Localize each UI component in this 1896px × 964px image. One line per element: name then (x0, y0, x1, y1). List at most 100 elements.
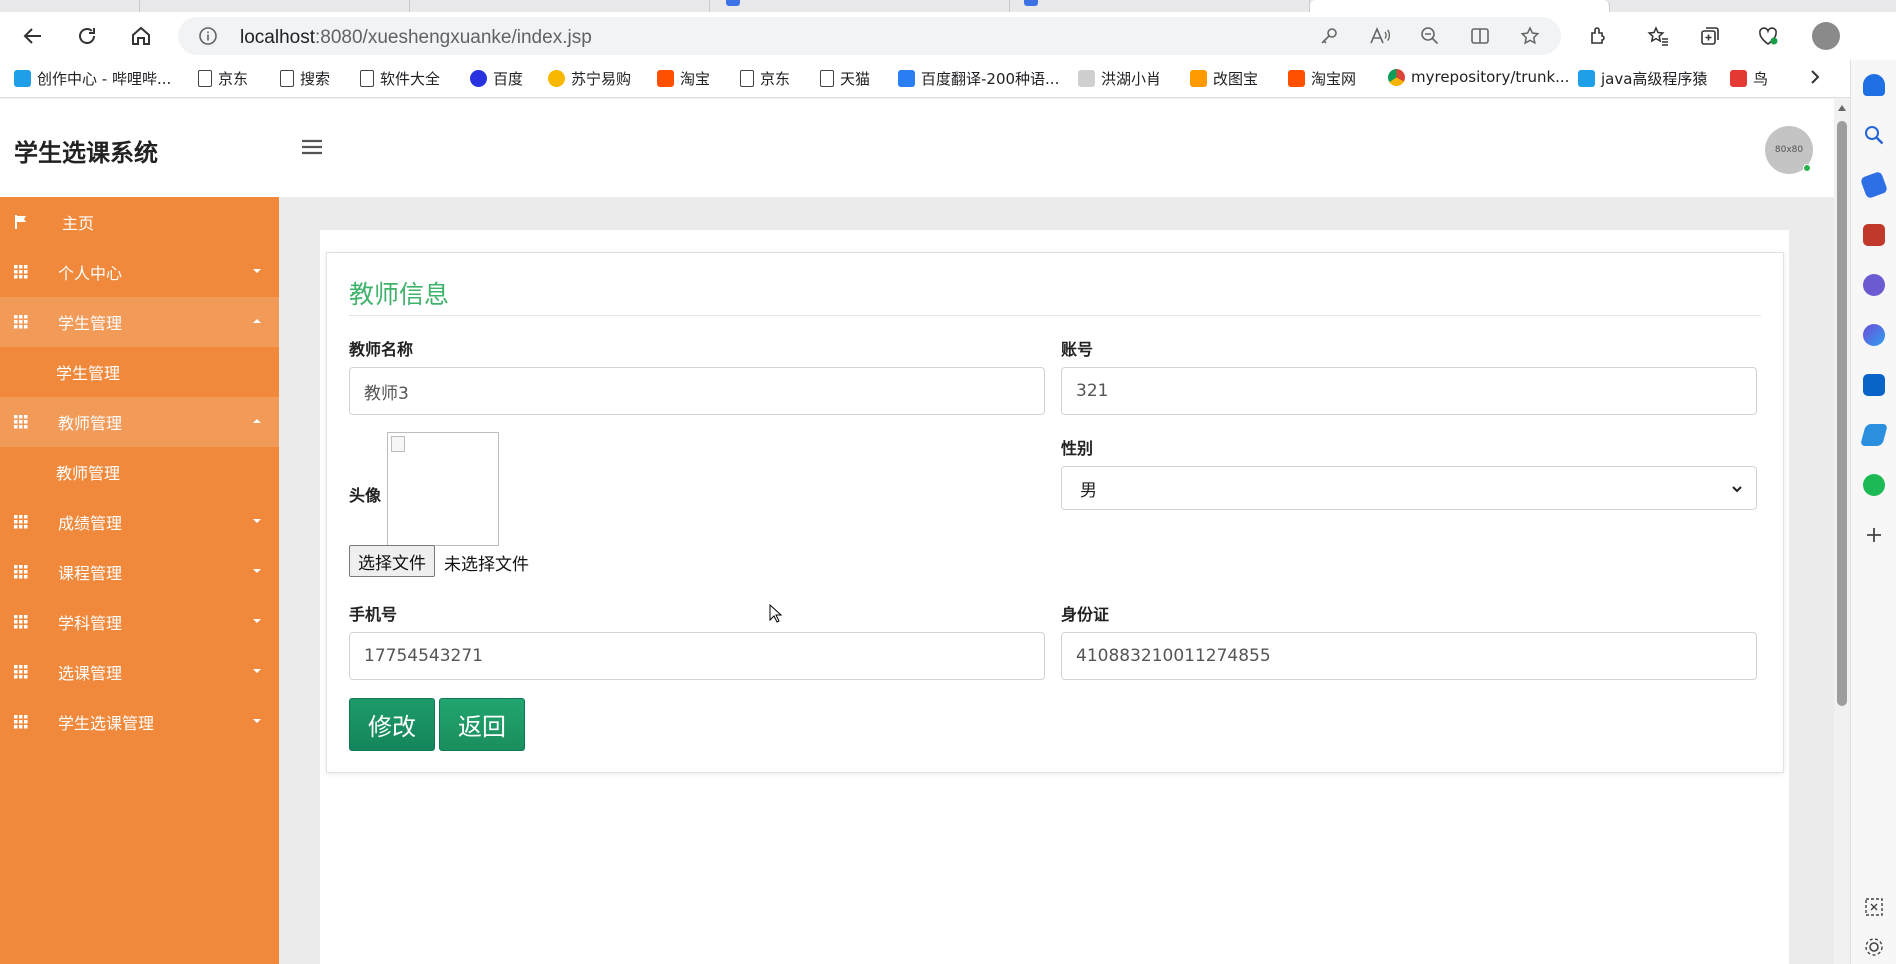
idcard-label: 身份证 (1061, 605, 1110, 624)
add-icon[interactable] (1863, 524, 1885, 546)
online-status-dot (1803, 164, 1811, 172)
favorite-star-icon[interactable] (1519, 25, 1541, 47)
file-status-text: 未选择文件 (444, 555, 529, 575)
browser-tab-active[interactable] (1310, 0, 1610, 12)
submit-button[interactable]: 修改 (349, 698, 435, 751)
document-icon (280, 70, 294, 87)
favorites-icon[interactable] (1643, 21, 1673, 51)
bookmark[interactable]: 搜索 (280, 68, 330, 89)
sidebar-subitem-student-mgmt[interactable]: 学生管理 (0, 347, 279, 397)
grid-icon (14, 614, 28, 633)
phone-input[interactable] (349, 632, 1045, 680)
bookmark[interactable]: 淘宝 (657, 68, 710, 89)
browser-tab[interactable] (410, 0, 710, 12)
grid-icon (14, 514, 28, 533)
teacher-name-label: 教师名称 (349, 340, 414, 359)
teacher-name-input[interactable] (349, 367, 1045, 415)
gender-select[interactable]: 男 (1061, 466, 1757, 510)
split-screen-icon[interactable] (1469, 25, 1491, 47)
back-button[interactable]: 返回 (439, 698, 525, 751)
mouse-cursor-icon (769, 603, 783, 628)
bilibili-icon (14, 70, 31, 87)
sidebar-item-personal[interactable]: 个人中心 (0, 247, 279, 297)
toolbox-icon[interactable] (1863, 224, 1885, 246)
settings-icon[interactable] (1863, 936, 1885, 958)
zoom-out-icon[interactable] (1419, 25, 1441, 47)
browser-tab[interactable] (0, 0, 140, 12)
read-aloud-icon[interactable] (1369, 25, 1391, 47)
site-info-icon[interactable] (198, 26, 218, 50)
form-title: 教师信息 (349, 280, 450, 309)
page-scrollbar[interactable] (1834, 99, 1850, 964)
extensions-icon[interactable] (1583, 21, 1613, 51)
browser-tab[interactable] (1010, 0, 1310, 12)
browser-tab[interactable] (710, 0, 1010, 12)
tag-icon[interactable] (1859, 170, 1889, 200)
gender-label: 性别 (1061, 439, 1094, 458)
browser-tab[interactable] (140, 0, 410, 12)
bookmark[interactable]: 百度 (470, 68, 523, 89)
app-header: 学生选课系统 80x80 (0, 99, 1834, 197)
spotify-icon[interactable] (1863, 474, 1885, 496)
bookmark[interactable]: 鸟 (1730, 68, 1768, 89)
bird-icon (1730, 70, 1747, 87)
document-icon (360, 70, 374, 87)
bookmark[interactable]: 改图宝 (1190, 68, 1258, 89)
bookmark[interactable]: java高级程序猿 (1578, 68, 1707, 89)
broken-image-icon (391, 436, 405, 452)
menu-toggle-icon[interactable] (300, 137, 324, 161)
bookmark[interactable]: 百度翻译-200种语... (898, 68, 1059, 89)
bookmark[interactable]: 淘宝网 (1288, 68, 1356, 89)
choose-file-button[interactable]: 选择文件 (349, 545, 435, 577)
bookmark[interactable]: 苏宁易购 (548, 68, 631, 89)
chevron-up-icon (253, 319, 261, 323)
sidebar-item-grade-mgmt[interactable]: 成绩管理 (0, 497, 279, 547)
bookmark[interactable]: 京东 (740, 68, 790, 89)
search-icon[interactable] (1863, 124, 1885, 146)
profile-avatar[interactable] (1812, 22, 1840, 50)
browser-essentials-icon[interactable] (1753, 21, 1783, 51)
send-icon[interactable] (1860, 424, 1888, 446)
divider (349, 315, 1761, 316)
chevron-down-icon (253, 269, 261, 273)
reload-icon[interactable] (72, 21, 102, 51)
scrollbar-thumb[interactable] (1837, 121, 1847, 706)
home-icon[interactable] (126, 21, 156, 51)
sidebar-item-subject-mgmt[interactable]: 学科管理 (0, 597, 279, 647)
bookmark[interactable]: 京东 (198, 68, 248, 89)
grid-icon (14, 714, 28, 733)
chevron-down-icon (253, 619, 261, 623)
key-icon[interactable] (1318, 25, 1340, 47)
idcard-input[interactable] (1061, 632, 1757, 680)
back-icon[interactable] (18, 21, 48, 51)
bookmark[interactable]: 创作中心 - 哔哩哔... (14, 68, 171, 89)
account-input[interactable] (1061, 367, 1757, 415)
sidebar-subitem-teacher-mgmt[interactable]: 教师管理 (0, 447, 279, 497)
taobao-icon (1288, 70, 1305, 87)
scroll-up-icon[interactable] (1838, 105, 1846, 111)
bookmark[interactable]: 天猫 (820, 68, 870, 89)
page-viewport: 学生选课系统 80x80 主页 个人中心 学生管理 学生管理 教师管理 教师管理… (0, 99, 1834, 964)
people-icon[interactable] (1863, 274, 1885, 296)
sidebar-item-teacher-mgmt[interactable]: 教师管理 (0, 397, 279, 447)
screenshot-icon[interactable] (1863, 896, 1885, 918)
address-bar[interactable]: localhost:8080/xueshengxuanke/index.jsp (178, 17, 1561, 55)
chevron-up-icon (253, 419, 261, 423)
browser-toolbar: localhost:8080/xueshengxuanke/index.jsp (0, 12, 1896, 60)
chevron-right-icon[interactable] (1808, 68, 1822, 91)
copilot-icon[interactable] (1863, 324, 1885, 346)
bookmark[interactable]: 软件大全 (360, 68, 440, 89)
sidebar-item-selection-mgmt[interactable]: 选课管理 (0, 647, 279, 697)
bell-icon[interactable] (1863, 74, 1885, 96)
outlook-icon[interactable] (1863, 374, 1885, 396)
bookmark[interactable]: myrepository/trunk... (1388, 68, 1569, 86)
sidebar-item-course-mgmt[interactable]: 课程管理 (0, 547, 279, 597)
bookmark[interactable]: 洪湖小肖 (1078, 68, 1161, 89)
sidebar-item-student-mgmt[interactable]: 学生管理 (0, 297, 279, 347)
user-avatar[interactable]: 80x80 (1765, 126, 1813, 174)
collections-icon[interactable] (1695, 21, 1725, 51)
grid-icon (14, 264, 28, 283)
teacher-info-card: 教师信息 教师名称 账号 头像 选择文件 未选择文件 性别 男 手机号 身份证 … (326, 252, 1784, 773)
sidebar-item-home[interactable]: 主页 (0, 197, 279, 247)
sidebar-item-student-selection-mgmt[interactable]: 学生选课管理 (0, 697, 279, 747)
